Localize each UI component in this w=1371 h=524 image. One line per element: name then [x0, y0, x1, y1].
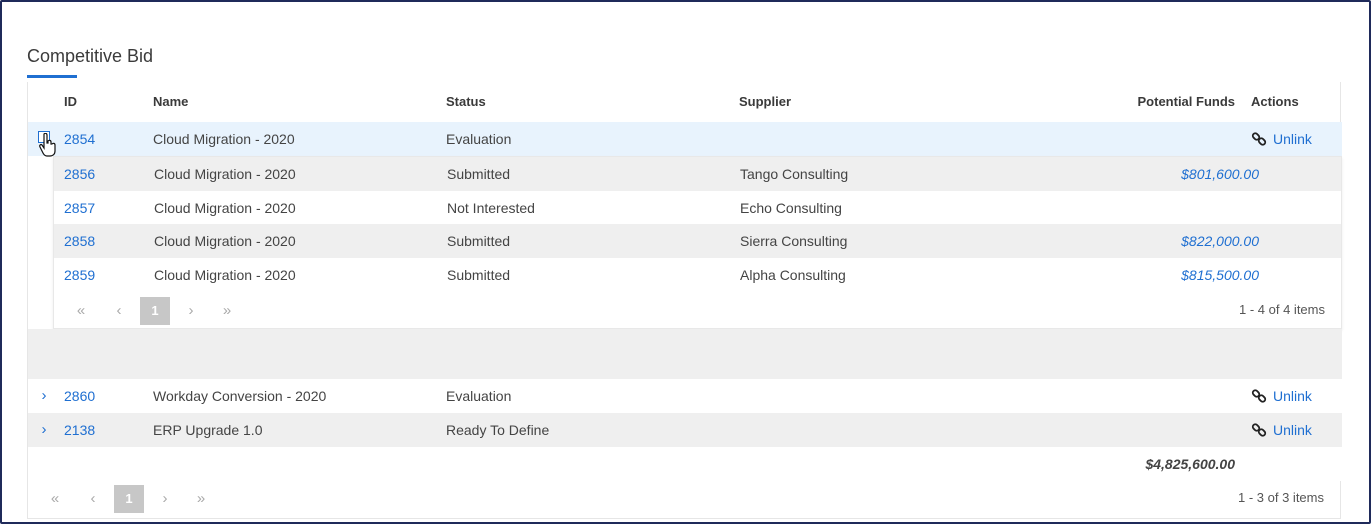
table-row[interactable]: › 2860 Workday Conversion - 2020 Evaluat… [28, 379, 1342, 413]
row-status: Ready To Define [446, 422, 550, 438]
hand-cursor-icon [39, 133, 56, 157]
main-pager-info: 1 - 3 of 3 items [1238, 490, 1324, 505]
row-id-link[interactable]: 2854 [64, 122, 95, 156]
row-name: Workday Conversion - 2020 [153, 388, 327, 404]
detail-spacer [28, 329, 1342, 379]
header-status[interactable]: Status [446, 82, 486, 122]
detail-id-link[interactable]: 2858 [64, 224, 95, 258]
table-row[interactable]: › 2138 ERP Upgrade 1.0 Ready To Define U… [28, 413, 1342, 447]
row-name: ERP Upgrade 1.0 [153, 422, 263, 438]
detail-id-link[interactable]: 2856 [64, 157, 95, 191]
detail-panel: 2856 Cloud Migration - 2020 Submitted Ta… [53, 156, 1342, 329]
link-icon [1251, 389, 1267, 403]
header-supplier[interactable]: Supplier [739, 82, 791, 122]
last-page-icon[interactable]: » [186, 485, 216, 513]
detail-name: Cloud Migration - 2020 [154, 200, 296, 216]
detail-grid: 2856 Cloud Migration - 2020 Submitted Ta… [53, 156, 1342, 329]
detail-supplier: Sierra Consulting [740, 233, 848, 249]
next-page-icon[interactable]: › [176, 297, 206, 325]
detail-funds: $801,600.00 [1181, 166, 1259, 182]
row-name: Cloud Migration - 2020 [153, 131, 295, 147]
first-page-icon[interactable]: « [66, 297, 96, 325]
row-id-link[interactable]: 2138 [64, 413, 95, 447]
prev-page-icon[interactable]: ‹ [78, 485, 108, 513]
total-row: $4,825,600.00 [28, 447, 1342, 481]
detail-status: Not Interested [447, 200, 535, 216]
detail-row[interactable]: 2856 Cloud Migration - 2020 Submitted Ta… [54, 157, 1341, 191]
unlink-label: Unlink [1273, 131, 1312, 147]
last-page-icon[interactable]: » [212, 297, 242, 325]
detail-name: Cloud Migration - 2020 [154, 267, 296, 283]
row-id-link[interactable]: 2860 [64, 379, 95, 413]
competitive-bid-grid: ID Name Status Supplier Potential Funds … [27, 82, 1342, 519]
row-status: Evaluation [446, 388, 512, 404]
unlink-button[interactable]: Unlink [1251, 413, 1312, 447]
detail-pager: « ‹ 1 › » [66, 297, 266, 325]
page-number-button[interactable]: 1 [114, 485, 144, 513]
link-icon [1251, 132, 1267, 146]
first-page-icon[interactable]: « [40, 485, 70, 513]
chevron-right-icon[interactable]: › [36, 413, 52, 447]
detail-pager-info: 1 - 4 of 4 items [1239, 302, 1325, 317]
detail-id-link[interactable]: 2857 [64, 191, 95, 225]
header-id[interactable]: ID [64, 82, 77, 122]
link-icon [1251, 423, 1267, 437]
row-status: Evaluation [446, 131, 512, 147]
detail-supplier: Alpha Consulting [740, 267, 846, 283]
detail-id-link[interactable]: 2859 [64, 258, 95, 292]
detail-funds: $815,500.00 [1181, 267, 1259, 283]
detail-status: Submitted [447, 267, 511, 283]
section-title-underline [27, 75, 77, 78]
unlink-button[interactable]: Unlink [1251, 379, 1312, 413]
detail-row[interactable]: 2859 Cloud Migration - 2020 Submitted Al… [54, 258, 1341, 292]
header-actions: Actions [1251, 94, 1299, 109]
detail-supplier: Tango Consulting [740, 166, 849, 182]
detail-supplier: Echo Consulting [740, 200, 842, 216]
unlink-label: Unlink [1273, 388, 1312, 404]
detail-status: Submitted [447, 166, 511, 182]
table-row[interactable]: 2854 Cloud Migration - 2020 Evaluation U… [28, 122, 1342, 157]
main-pager: « ‹ 1 › » [40, 485, 240, 513]
header-potential-funds[interactable]: Potential Funds [1138, 82, 1236, 122]
header-name[interactable]: Name [153, 82, 188, 122]
prev-page-icon[interactable]: ‹ [104, 297, 134, 325]
unlink-button[interactable]: Unlink [1251, 122, 1312, 156]
grid-header: ID Name Status Supplier Potential Funds … [28, 82, 1342, 122]
unlink-label: Unlink [1273, 422, 1312, 438]
chevron-right-icon[interactable]: › [36, 379, 52, 413]
detail-name: Cloud Migration - 2020 [154, 166, 296, 182]
total-funds: $4,825,600.00 [1145, 456, 1235, 472]
page-number-button[interactable]: 1 [140, 297, 170, 325]
next-page-icon[interactable]: › [150, 485, 180, 513]
section-title: Competitive Bid [27, 46, 154, 66]
detail-row[interactable]: 2858 Cloud Migration - 2020 Submitted Si… [54, 224, 1341, 258]
window-frame: Competitive Bid ID Name Status Supplier … [0, 0, 1371, 524]
detail-name: Cloud Migration - 2020 [154, 233, 296, 249]
detail-status: Submitted [447, 233, 511, 249]
detail-row[interactable]: 2857 Cloud Migration - 2020 Not Interest… [54, 191, 1341, 225]
detail-funds: $822,000.00 [1181, 233, 1259, 249]
